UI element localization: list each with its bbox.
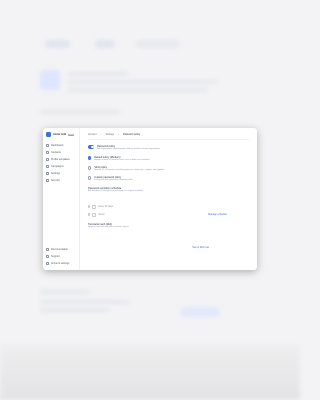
bg-text-line	[40, 300, 130, 304]
bg-nav-pill	[95, 40, 115, 48]
chevron-right-icon: ›	[100, 132, 102, 136]
mfa-section-description: Require a second step when members sign …	[88, 225, 130, 228]
book-icon	[46, 248, 49, 251]
option-description: Define your own password complexity rule…	[94, 179, 134, 182]
settings-main: Account › Settings › Password policy Pas…	[80, 128, 257, 270]
calendar-icon	[92, 212, 97, 217]
bg-text-line	[68, 80, 218, 84]
template-icon	[46, 158, 49, 161]
help-icon	[46, 255, 49, 258]
dot-icon	[88, 205, 91, 208]
setup-2fa-link[interactable]: Set up 2FA now	[192, 246, 209, 249]
breadcrumb-item[interactable]: Account	[88, 133, 97, 136]
sidebar-item-label: Profile templates	[51, 158, 70, 161]
bg-button	[180, 307, 220, 317]
contacts-icon	[46, 151, 49, 154]
toggle-description: Set requirements for passwords used by m…	[97, 148, 161, 151]
beta-badge: Beta	[68, 133, 75, 136]
sidebar-item-label: Security	[51, 179, 61, 182]
bg-footer-band	[0, 345, 300, 400]
sidebar-item-profile-templates[interactable]: Profile templates	[43, 156, 79, 163]
policy-option-strict[interactable]: Strict policy Require 12+ characters inc…	[88, 166, 249, 172]
radio-selected[interactable]	[88, 156, 92, 160]
breadcrumb-item[interactable]: Settings	[105, 133, 114, 136]
breadcrumb: Account › Settings › Password policy	[88, 131, 249, 137]
policy-option-default[interactable]: Default policy (Medium) Require at least…	[88, 156, 249, 162]
sidebar-item-account-settings[interactable]: Account settings	[43, 260, 79, 267]
sidebar-item-campaigns[interactable]: Campaigns	[43, 163, 79, 170]
sidebar-item-settings[interactable]: Settings	[43, 170, 79, 177]
sidebar-item-label: Settings	[51, 172, 61, 175]
option-description: Require at least 8 characters with a mix…	[94, 159, 151, 162]
bg-feature-icon	[40, 70, 60, 90]
policy-option-custom[interactable]: Custom password policy Define your own p…	[88, 176, 249, 182]
calendar-icon	[92, 204, 97, 209]
list-item-label: Never	[98, 213, 105, 216]
logo-icon	[46, 132, 51, 137]
bg-text-line	[68, 72, 128, 76]
bg-text-line	[40, 308, 110, 312]
sidebar-item-label: Documentation	[51, 248, 68, 251]
sidebar-item-label: Account settings	[51, 262, 70, 265]
app-name: Acme Link	[53, 133, 67, 136]
expiration-list: Every 90 days Never	[88, 203, 249, 219]
sidebar-item-security[interactable]: Security	[43, 177, 79, 184]
password-policy-toggle-row: Password policy Set requirements for pas…	[88, 145, 249, 151]
dashboard-icon	[46, 144, 49, 147]
bg-nav-pill	[135, 40, 180, 48]
sidebar-item-documentation[interactable]: Documentation	[43, 246, 79, 253]
gear-icon	[46, 172, 49, 175]
radio[interactable]	[88, 166, 92, 170]
list-item-label: Every 90 days	[98, 205, 113, 208]
bg-text-line	[68, 88, 208, 92]
sidebar-item-support[interactable]: Support	[43, 253, 79, 260]
sidebar-item-dashboard[interactable]: Dashboard	[43, 142, 79, 149]
option-description: Require 12+ characters including upperca…	[94, 169, 165, 172]
manage-schedule-link[interactable]: Manage schedule	[208, 213, 227, 216]
breadcrumb-current: Password policy	[122, 132, 141, 136]
password-policy-toggle[interactable]	[88, 145, 94, 149]
bg-nav-pill	[45, 40, 70, 48]
sidebar-footer: Documentation Support Account settings	[43, 246, 79, 267]
radio[interactable]	[88, 176, 92, 180]
settings-window: Acme Link Beta Dashboard Contacts Profil…	[43, 128, 257, 270]
sidebar-item-contacts[interactable]: Contacts	[43, 149, 79, 156]
sidebar-item-label: Campaigns	[51, 165, 64, 168]
sidebar-item-label: Support	[51, 255, 60, 258]
brand[interactable]: Acme Link Beta	[43, 128, 79, 142]
sidebar: Acme Link Beta Dashboard Contacts Profil…	[43, 128, 80, 270]
chevron-right-icon: ›	[118, 132, 119, 136]
sidebar-item-label: Dashboard	[51, 144, 64, 147]
sidebar-item-label: Contacts	[51, 151, 61, 154]
shield-icon	[46, 179, 49, 182]
bg-text-line	[40, 110, 120, 114]
dot-icon	[88, 213, 91, 216]
sidebar-nav: Dashboard Contacts Profile templates Cam…	[43, 142, 79, 184]
expiration-section-description: Ask members to change their password on …	[88, 190, 144, 192]
list-item[interactable]: Every 90 days	[88, 203, 249, 211]
megaphone-icon	[46, 165, 49, 168]
user-icon	[46, 262, 49, 265]
divider	[88, 139, 249, 140]
bg-text-line	[40, 290, 90, 294]
